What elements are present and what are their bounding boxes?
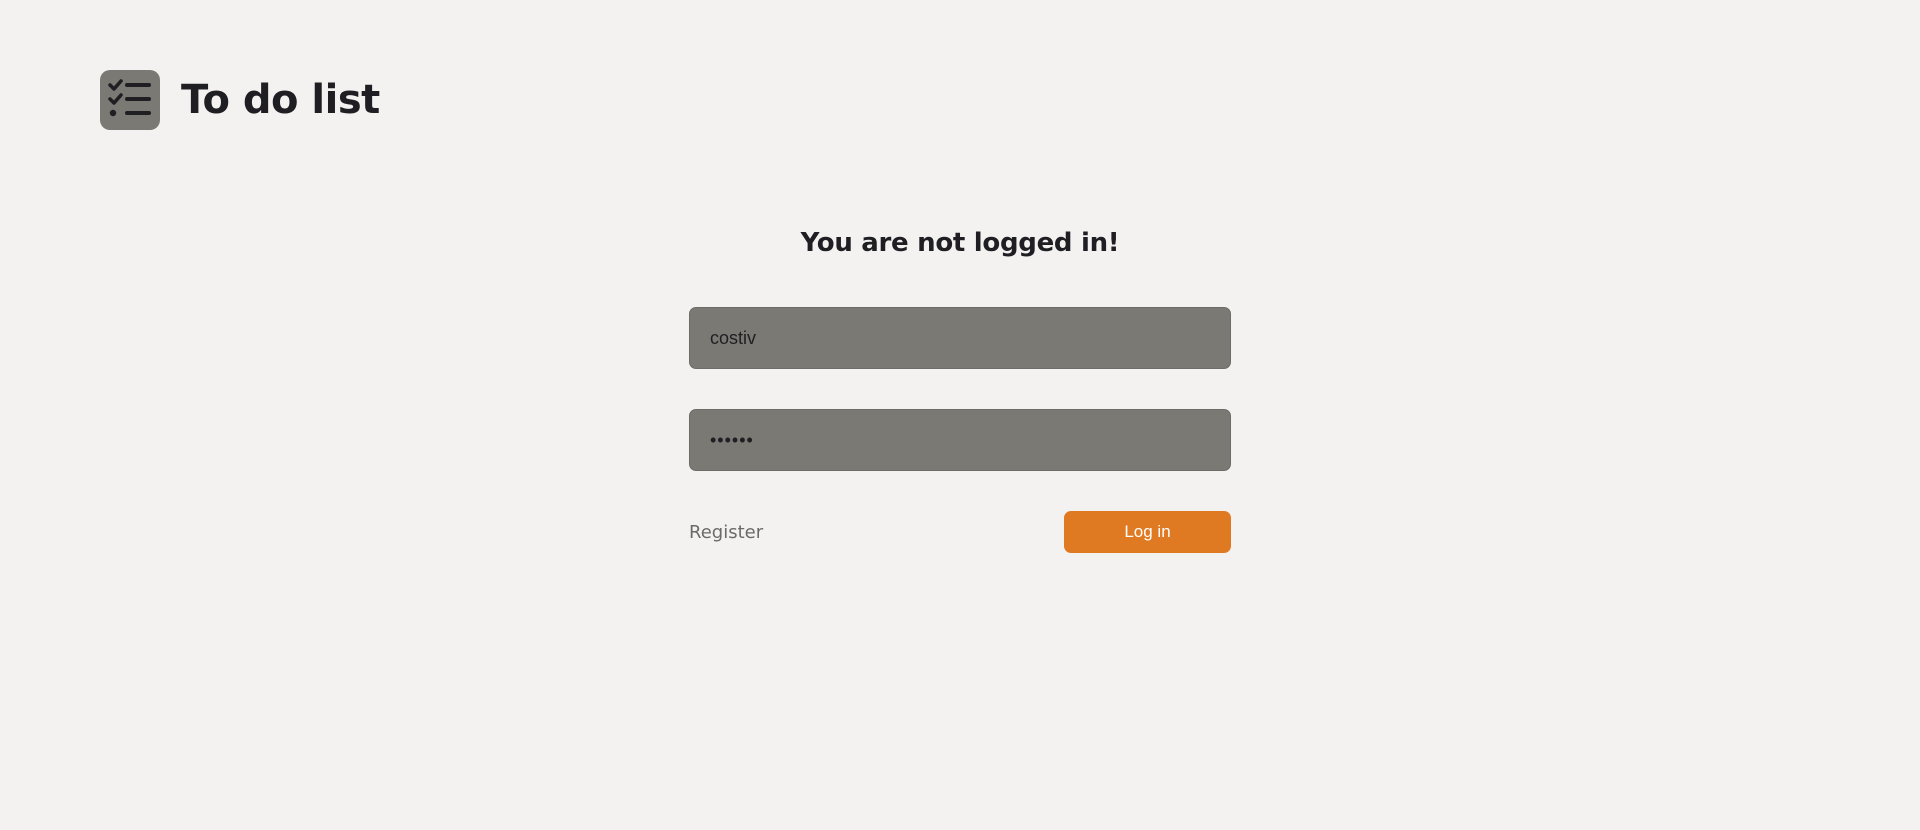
checklist-icon bbox=[100, 70, 160, 130]
register-link[interactable]: Register bbox=[689, 522, 763, 543]
login-button[interactable]: Log in bbox=[1064, 511, 1231, 553]
login-form: You are not logged in! Register Log in bbox=[689, 220, 1231, 553]
login-actions: Register Log in bbox=[689, 511, 1231, 553]
app-header: To do list bbox=[100, 70, 380, 130]
password-field[interactable] bbox=[689, 409, 1231, 471]
app-title: To do list bbox=[181, 77, 380, 123]
login-title: You are not logged in! bbox=[800, 228, 1120, 258]
username-field[interactable] bbox=[689, 307, 1231, 369]
